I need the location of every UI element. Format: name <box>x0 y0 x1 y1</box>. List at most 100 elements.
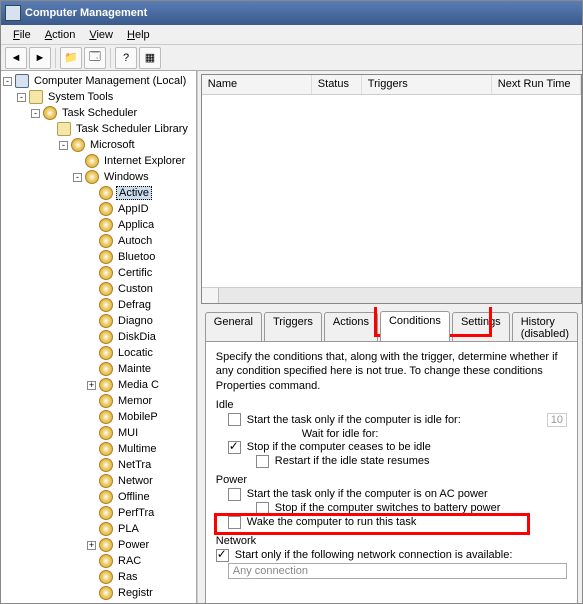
tree-item[interactable]: Applica <box>1 217 196 233</box>
collapse-icon[interactable]: - <box>59 141 68 150</box>
tree-spacer <box>87 397 96 406</box>
tree-item[interactable]: Active <box>1 185 196 201</box>
clock-icon <box>99 506 113 520</box>
collapse-icon[interactable]: - <box>31 109 40 118</box>
tree-spacer <box>87 445 96 454</box>
tab-conditions[interactable]: Conditions <box>380 311 450 341</box>
tree-item[interactable]: Internet Explorer <box>1 153 196 169</box>
properties-button[interactable]: 🗔 <box>84 47 106 69</box>
tree-spacer <box>87 477 96 486</box>
refresh-button[interactable]: ▦ <box>139 47 161 69</box>
tree-item[interactable]: Bluetoo <box>1 249 196 265</box>
tree-item-label: System Tools <box>46 91 115 103</box>
tree-spacer <box>87 589 96 598</box>
horizontal-scrollbar[interactable] <box>202 287 581 303</box>
collapse-icon[interactable]: - <box>3 77 12 86</box>
menu-action[interactable]: Action <box>39 27 82 43</box>
tree-item[interactable]: Networ <box>1 473 196 489</box>
tree-item-label: MUI <box>116 427 140 439</box>
menu-view[interactable]: View <box>83 27 119 43</box>
up-button[interactable]: 📁 <box>60 47 82 69</box>
tree-item[interactable]: Task Scheduler Library <box>1 121 196 137</box>
label-power-batt: Stop if the computer switches to battery… <box>275 502 501 514</box>
collapse-icon[interactable]: - <box>73 173 82 182</box>
tree-item[interactable]: Custon <box>1 281 196 297</box>
tree-item[interactable]: -Windows <box>1 169 196 185</box>
label-idle-stop: Stop if the computer ceases to be idle <box>247 441 431 453</box>
tree-item[interactable]: MUI <box>1 425 196 441</box>
tree-item[interactable]: DiskDia <box>1 329 196 345</box>
tree-item[interactable]: Certific <box>1 265 196 281</box>
column-headers[interactable]: Name Status Triggers Next Run Time <box>202 75 581 95</box>
menu-file[interactable]: File <box>7 27 37 43</box>
clock-icon <box>43 106 57 120</box>
checkbox-power-batt[interactable] <box>256 502 269 515</box>
tree-item[interactable]: -Computer Management (Local) <box>1 73 196 89</box>
col-status[interactable]: Status <box>312 75 362 94</box>
tree-item[interactable]: PLA <box>1 521 196 537</box>
expand-icon[interactable]: + <box>87 541 96 550</box>
tree-item[interactable]: -Microsoft <box>1 137 196 153</box>
tab-general[interactable]: General <box>205 312 262 342</box>
tree-item[interactable]: AppID <box>1 201 196 217</box>
list-body[interactable] <box>202 95 581 287</box>
tree-item[interactable]: Mainte <box>1 361 196 377</box>
clock-icon <box>99 490 113 504</box>
tree-item[interactable]: Defrag <box>1 297 196 313</box>
col-nextrun[interactable]: Next Run Time <box>492 75 581 94</box>
checkbox-idle-start[interactable] <box>228 413 241 426</box>
clock-icon <box>99 426 113 440</box>
tree-item[interactable]: - System Tools <box>1 89 196 105</box>
network-connection-select[interactable]: Any connection <box>228 563 567 579</box>
menu-help[interactable]: Help <box>121 27 156 43</box>
tab-settings[interactable]: Settings <box>452 312 510 342</box>
tree-item[interactable]: Autoch <box>1 233 196 249</box>
idle-for-value[interactable]: 10 <box>547 413 567 427</box>
clock-icon <box>99 474 113 488</box>
tree-pane[interactable]: -Computer Management (Local)-System Tool… <box>1 71 197 603</box>
col-name[interactable]: Name <box>202 75 312 94</box>
tree-item-label: RAC <box>116 555 143 567</box>
clock-icon <box>99 266 113 280</box>
tree-item-label: NetTra <box>116 459 153 471</box>
tree-spacer <box>87 285 96 294</box>
clock-icon <box>99 378 113 392</box>
tree-item[interactable]: Multime <box>1 441 196 457</box>
tab-triggers[interactable]: Triggers <box>264 312 322 342</box>
tree-item-label: Offline <box>116 491 152 503</box>
tree-item[interactable]: +Power <box>1 537 196 553</box>
checkbox-power-wake[interactable] <box>228 516 241 529</box>
collapse-icon[interactable]: - <box>17 93 26 102</box>
tree-item[interactable]: +Media C <box>1 377 196 393</box>
label-power-wake: Wake the computer to run this task <box>247 516 417 528</box>
col-triggers[interactable]: Triggers <box>362 75 492 94</box>
tree-item[interactable]: NetTra <box>1 457 196 473</box>
checkbox-idle-restart[interactable] <box>256 455 269 468</box>
app-icon <box>5 5 21 21</box>
tab-actions[interactable]: Actions <box>324 312 378 342</box>
tree-item[interactable]: -Task Scheduler <box>1 105 196 121</box>
titlebar[interactable]: Computer Management <box>1 1 582 25</box>
menubar: File Action View Help <box>1 25 582 45</box>
tree-item[interactable]: Diagno <box>1 313 196 329</box>
checkbox-power-ac[interactable] <box>228 488 241 501</box>
tree-item[interactable]: Ras <box>1 569 196 585</box>
checkbox-idle-stop[interactable] <box>228 441 241 454</box>
tree-item[interactable]: Memor <box>1 393 196 409</box>
back-button[interactable]: ◄ <box>5 47 27 69</box>
tree-item[interactable]: Registr <box>1 585 196 601</box>
forward-button[interactable]: ► <box>29 47 51 69</box>
tree-item[interactable]: Locatic <box>1 345 196 361</box>
tree-item[interactable]: PerfTra <box>1 505 196 521</box>
task-list[interactable]: Name Status Triggers Next Run Time <box>201 74 582 304</box>
clock-icon <box>99 458 113 472</box>
tree-item[interactable]: MobileP <box>1 409 196 425</box>
tree-item-label: Active <box>116 186 152 200</box>
help-button[interactable]: ? <box>115 47 137 69</box>
tree-item[interactable]: Offline <box>1 489 196 505</box>
checkbox-network-start[interactable] <box>216 549 229 562</box>
expand-icon[interactable]: + <box>87 381 96 390</box>
clock-icon <box>99 442 113 456</box>
tree-item[interactable]: RAC <box>1 553 196 569</box>
tab-history[interactable]: History (disabled) <box>512 312 578 342</box>
